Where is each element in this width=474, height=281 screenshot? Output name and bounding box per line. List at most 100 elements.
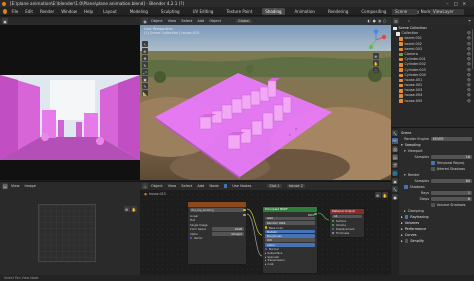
image-file-row[interactable]: the_big_building	[190, 208, 244, 212]
node-panel-row[interactable]: ▸ Coat	[265, 262, 315, 266]
surface-input-socket[interactable]	[332, 219, 335, 223]
camera-view-icon[interactable]: 🎥	[373, 67, 379, 73]
viewport-3d[interactable]: ◉ Object View Select Add Object Global ◐…	[140, 17, 391, 180]
node-node-menu[interactable]: Node	[209, 184, 218, 188]
node-select-menu[interactable]: Select	[181, 184, 192, 188]
render-engine-dropdown[interactable]: EEVEE	[431, 136, 472, 142]
menu-window[interactable]: Window	[61, 9, 77, 14]
tab-rendering[interactable]: Rendering	[325, 8, 351, 15]
checkbox-icon[interactable]	[404, 215, 409, 219]
render-samples-field[interactable]: 64	[431, 178, 472, 184]
subsurface-method-dropdown[interactable]: Random Walk	[265, 221, 315, 225]
color-space-dropdown[interactable]: sRGB	[212, 227, 244, 231]
blender-menu-icon[interactable]	[3, 8, 8, 14]
volume-input-socket[interactable]	[332, 223, 335, 227]
checkbox-icon[interactable]	[404, 185, 408, 189]
visibility-eye-icon[interactable]: 👁	[467, 99, 471, 104]
distribution-dropdown[interactable]: GGX	[265, 216, 315, 220]
image-editor-type-icon[interactable]: 🖼	[2, 183, 8, 189]
tab-sculpting[interactable]: Sculpting	[158, 8, 183, 15]
menu-edit[interactable]: Edit	[25, 9, 33, 14]
modifier-tab-icon[interactable]: 🔧	[392, 186, 398, 192]
target-dropdown[interactable]: All	[332, 214, 362, 219]
zoom-icon[interactable]: ⊕	[374, 192, 381, 198]
checkbox-icon[interactable]	[431, 167, 435, 171]
outliner-scrollbar[interactable]	[471, 29, 473, 69]
tab-modeling[interactable]: Modeling	[127, 8, 151, 15]
scene-tab-icon[interactable]: 🎬	[392, 162, 398, 168]
node-object-menu[interactable]: Object	[151, 184, 163, 188]
viewlayer-selector[interactable]: ViewLayer	[430, 8, 464, 15]
editor-type-icon[interactable]: ▣	[2, 18, 8, 24]
menu-file[interactable]: File	[11, 9, 18, 14]
steps-field[interactable]: 6	[431, 196, 472, 202]
pan-icon[interactable]: ✋	[382, 192, 388, 198]
image-editor-grid[interactable]	[38, 204, 96, 262]
object-tab-icon[interactable]: ▣	[392, 178, 398, 184]
outliner-editor-icon[interactable]: ☰	[393, 18, 399, 24]
menu-render[interactable]: Render	[40, 9, 54, 14]
material-tab-icon[interactable]: ●	[392, 194, 398, 200]
ior-field[interactable]: IOR	[265, 238, 315, 242]
properties-panel: 🔧 📷 🖨 🖼 🎬 🌐 ▣ 🔧 ● Scene Render Engine EE…	[391, 127, 474, 276]
pan-icon[interactable]: ✋	[373, 60, 379, 66]
outliner-search-icon[interactable]: ⌕	[408, 19, 410, 23]
displacement-input-socket[interactable]	[332, 227, 335, 231]
use-nodes-toggle[interactable]: Use Nodes	[223, 184, 257, 188]
checkbox-icon[interactable]	[223, 184, 228, 188]
outliner-item[interactable]: house.005 👁	[393, 99, 473, 104]
alpha-dropdown[interactable]: Straight	[212, 232, 244, 236]
checkbox-icon[interactable]	[404, 239, 409, 243]
output-tab-icon[interactable]: 🖨	[392, 146, 398, 152]
image-view-menu[interactable]: View	[11, 184, 20, 188]
rays-value: 1	[467, 191, 470, 195]
shader-node-editor[interactable]: ◇ Object View Select Add Node Use Nodes …	[140, 181, 391, 275]
alpha-field[interactable]: Alpha	[265, 243, 315, 247]
scene-plane-with-buildings[interactable]	[140, 17, 391, 180]
material-selector[interactable]: house 2	[286, 184, 306, 188]
image-editor-panel: 🖼 View Image ⊕ ✋	[0, 181, 140, 275]
checkbox-icon[interactable]	[431, 203, 435, 207]
vector-socket[interactable]	[190, 237, 193, 240]
chevron-right-icon: ▸	[401, 227, 403, 231]
tab-animation[interactable]: Animation	[292, 8, 318, 15]
bsdf-output-socket[interactable]	[314, 212, 317, 215]
breadcrumb-object: house.015	[149, 192, 166, 196]
render-tab-icon[interactable]: 📷	[392, 138, 398, 144]
viewport-samples-field[interactable]: 16	[431, 154, 472, 160]
tab-texture-paint[interactable]: Texture Paint	[223, 8, 255, 15]
section-label: Curves	[404, 233, 417, 237]
rays-field[interactable]: 1	[431, 190, 472, 196]
slot-selector[interactable]: Slot 1	[267, 184, 282, 188]
node-view-menu[interactable]: View	[168, 184, 177, 188]
image-texture-node[interactable]: the_big_building Linear Flat Single Imag…	[187, 201, 247, 265]
node-add-menu[interactable]: Add	[197, 184, 204, 188]
outliner-filter-icon[interactable]: ⏷	[468, 19, 471, 23]
viewlayer-label: ViewLayer	[433, 9, 454, 14]
node-editor-type-icon[interactable]: ◇	[142, 183, 148, 189]
navigation-gizmo[interactable]: ⊕ ✋ 🎥	[365, 29, 387, 73]
scene-selector[interactable]: Scene	[392, 8, 418, 15]
world-tab-icon[interactable]: 🌐	[392, 170, 398, 176]
material-output-node[interactable]: Material Output All Surface Volume Displ…	[329, 208, 365, 238]
menu-help[interactable]: Help	[84, 9, 93, 14]
view-layer-tab-icon[interactable]: 🖼	[392, 154, 398, 160]
metallic-field[interactable]: Metallic	[265, 230, 315, 234]
window-controls[interactable]: –□✕	[446, 0, 471, 7]
principled-bsdf-node[interactable]: Principled BSDF BSDF GGX Random Walk Bas…	[262, 206, 318, 274]
tab-uv-editing[interactable]: UV Editing	[190, 8, 217, 15]
roughness-field[interactable]: Roughness	[265, 234, 315, 238]
simplify-section[interactable]: ▸ Simplify	[401, 238, 472, 244]
pan-icon[interactable]: ✋	[131, 206, 137, 212]
image-file-name: the_big_building	[191, 208, 214, 212]
image-image-menu[interactable]: Image	[25, 184, 36, 188]
tab-compositing[interactable]: Compositing	[358, 8, 389, 15]
tab-shading[interactable]: Shading	[262, 7, 285, 15]
zoom-icon[interactable]: ⊕	[123, 206, 130, 212]
tab-layout[interactable]: Layout	[100, 8, 120, 15]
tool-tab-icon[interactable]: 🔧	[392, 130, 398, 136]
zoom-icon[interactable]: ⊕	[373, 53, 379, 59]
input-socket[interactable]	[265, 226, 268, 229]
thickness-input-socket[interactable]	[332, 231, 335, 235]
checkbox-icon[interactable]	[431, 161, 435, 165]
